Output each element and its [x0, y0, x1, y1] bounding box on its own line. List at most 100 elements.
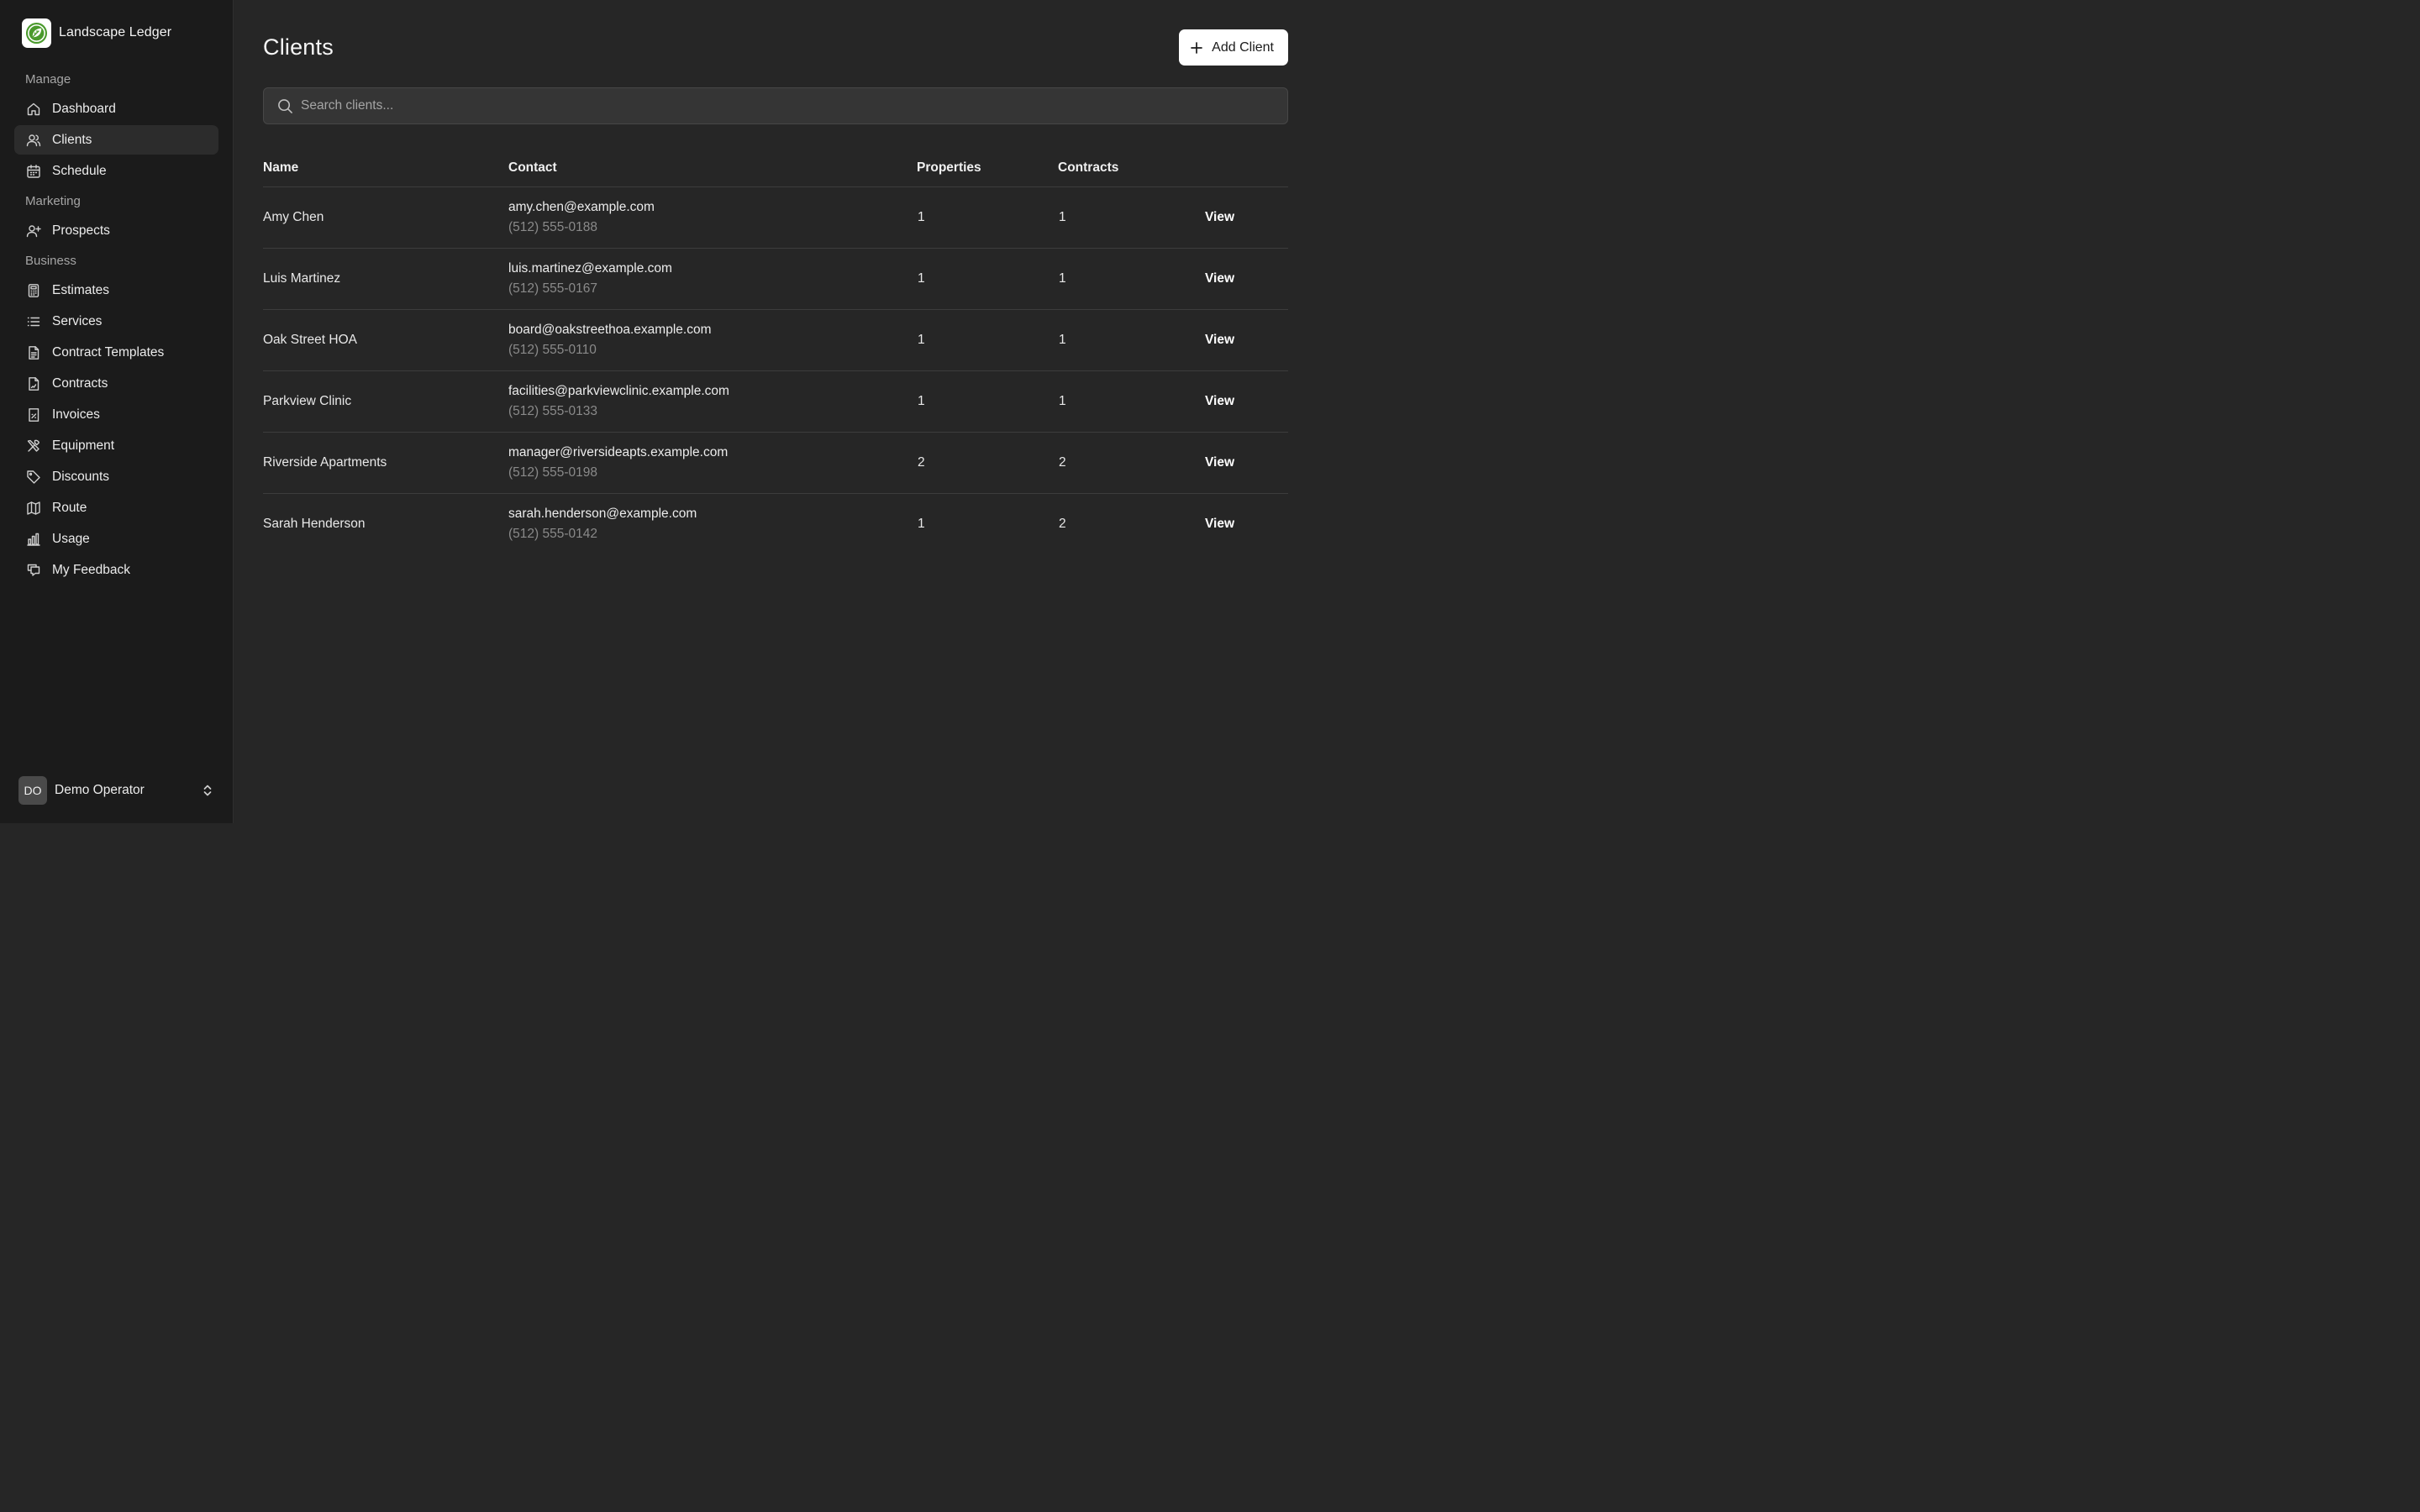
user-name: Demo Operator [55, 782, 145, 797]
home-icon [26, 102, 41, 117]
client-contact: facilities@parkviewclinic.example.com (51… [508, 370, 917, 433]
app-name: Landscape Ledger [59, 25, 172, 39]
client-email: amy.chen@example.com [508, 199, 655, 214]
sidebar-item-estimates[interactable]: Estimates [14, 276, 218, 305]
sidebar-item-clients[interactable]: Clients [14, 125, 218, 155]
column-header-contracts[interactable]: Contracts [1058, 150, 1205, 187]
client-contracts-count: 1 [1058, 309, 1205, 371]
sidebar: Landscape Ledger Manage Dashboard Clients S… [0, 0, 234, 823]
client-phone: (512) 555-0167 [508, 281, 597, 296]
sidebar-item-prospects[interactable]: Prospects [14, 216, 218, 245]
sidebar-item-schedule[interactable]: Schedule [14, 156, 218, 186]
calculator-icon [26, 283, 41, 298]
client-contracts-count: 2 [1058, 432, 1205, 494]
clients-table: Name Contact Properties Contracts Amy Ch… [263, 150, 1288, 554]
client-properties-count: 1 [917, 309, 1058, 371]
clients-table-body: Amy Chen amy.chen@example.com (512) 555-01… [263, 186, 1288, 554]
sidebar-item-contracts[interactable]: Contracts [14, 369, 218, 398]
add-client-label: Add Client [1212, 39, 1274, 55]
sidebar-item-label: Usage [52, 531, 90, 546]
sidebar-item-label: Dashboard [52, 101, 116, 116]
sidebar-item-invoices[interactable]: Invoices [14, 400, 218, 429]
sidebar-item-label: Equipment [52, 438, 115, 453]
sidebar-item-label: Estimates [52, 282, 110, 297]
users-icon [26, 133, 41, 148]
list-icon [26, 314, 41, 329]
table-row[interactable]: Sarah Henderson sarah.henderson@example.c… [263, 493, 1288, 554]
sidebar-item-discounts[interactable]: Discounts [14, 462, 218, 491]
sidebar-item-route[interactable]: Route [14, 493, 218, 522]
sidebar-item-my-feedback[interactable]: My Feedback [14, 555, 218, 585]
column-header-properties[interactable]: Properties [917, 150, 1058, 187]
add-client-button[interactable]: Add Client [1179, 29, 1288, 66]
client-actions: View [1205, 186, 1288, 249]
table-row[interactable]: Riverside Apartments manager@riversideapt… [263, 432, 1288, 494]
sidebar-item-label: Services [52, 313, 103, 328]
client-actions: View [1205, 309, 1288, 371]
sidebar-item-services[interactable]: Services [14, 307, 218, 336]
search-icon [277, 98, 293, 114]
main-content: Clients Add Client Name Contact Properti… [234, 0, 1318, 823]
view-client-link[interactable]: View [1205, 271, 1234, 286]
sidebar-section-business: Business [25, 254, 76, 268]
search-input[interactable] [264, 88, 1287, 123]
client-contact: amy.chen@example.com (512) 555-0188 [508, 186, 917, 249]
message-icon [26, 563, 41, 578]
file-text-icon [26, 345, 41, 360]
file-signature-icon [26, 376, 41, 391]
client-phone: (512) 555-0133 [508, 403, 597, 418]
avatar: DO [18, 775, 47, 805]
sidebar-item-label: My Feedback [52, 562, 131, 577]
client-actions: View [1205, 432, 1288, 494]
leaf-logo-icon [22, 18, 51, 48]
column-header-actions [1205, 150, 1288, 187]
client-name: Amy Chen [263, 186, 508, 249]
client-contracts-count: 1 [1058, 248, 1205, 310]
sidebar-item-contract-templates[interactable]: Contract Templates [14, 338, 218, 367]
column-header-contact[interactable]: Contact [508, 150, 917, 187]
brand[interactable]: Landscape Ledger [14, 0, 218, 66]
search-box [263, 87, 1288, 124]
view-client-link[interactable]: View [1205, 333, 1234, 347]
sidebar-item-label: Prospects [52, 223, 110, 238]
app-shell: Landscape Ledger Manage Dashboard Clients S… [0, 0, 1318, 823]
client-name: Sarah Henderson [263, 516, 366, 531]
client-actions: View [1205, 370, 1288, 433]
client-contracts-count: 1 [1058, 186, 1205, 249]
user-plus-icon [26, 223, 41, 239]
client-phone: (512) 555-0188 [508, 219, 597, 234]
client-contact: luis.martinez@example.com (512) 555-0167 [508, 248, 917, 310]
column-header-name[interactable]: Name [263, 150, 508, 187]
receipt-icon [26, 407, 41, 423]
sidebar-section-manage: Manage [25, 72, 71, 87]
table-row[interactable]: Oak Street HOA board@oakstreethoa.example… [263, 309, 1288, 371]
sidebar-item-label: Discounts [52, 469, 110, 484]
table-row[interactable]: Parkview Clinic facilities@parkviewclinic… [263, 370, 1288, 433]
page-header: Clients Add Client [263, 0, 1288, 94]
client-properties-count: 1 [918, 516, 925, 531]
table-row[interactable]: Luis Martinez luis.martinez@example.com (5… [263, 248, 1288, 310]
bar-chart-icon [26, 532, 41, 547]
sidebar-item-equipment[interactable]: Equipment [14, 431, 218, 460]
client-properties-count: 2 [917, 432, 1058, 494]
sidebar-section-marketing: Marketing [25, 194, 81, 208]
calendar-icon [26, 164, 41, 179]
sidebar-item-label: Schedule [52, 163, 107, 178]
table-header-row: Name Contact Properties Contracts [263, 150, 1288, 187]
table-row[interactable]: Amy Chen amy.chen@example.com (512) 555-01… [263, 186, 1288, 249]
user-menu[interactable]: DO Demo Operator [18, 775, 214, 805]
client-phone: (512) 555-0198 [508, 465, 597, 480]
view-client-link[interactable]: View [1205, 455, 1234, 470]
view-client-link[interactable]: View [1205, 517, 1234, 531]
sidebar-item-label: Route [52, 500, 87, 515]
client-actions: View [1205, 248, 1288, 310]
sidebar-item-usage[interactable]: Usage [14, 524, 218, 554]
page-title: Clients [263, 34, 334, 60]
chevrons-up-down-icon[interactable] [201, 784, 214, 797]
client-contact: sarah.henderson@example.com (512) 555-014… [508, 493, 917, 554]
map-icon [26, 501, 41, 516]
view-client-link[interactable]: View [1205, 394, 1234, 408]
client-properties-count: 1 [917, 248, 1058, 310]
view-client-link[interactable]: View [1205, 210, 1234, 224]
sidebar-item-dashboard[interactable]: Dashboard [14, 94, 218, 123]
